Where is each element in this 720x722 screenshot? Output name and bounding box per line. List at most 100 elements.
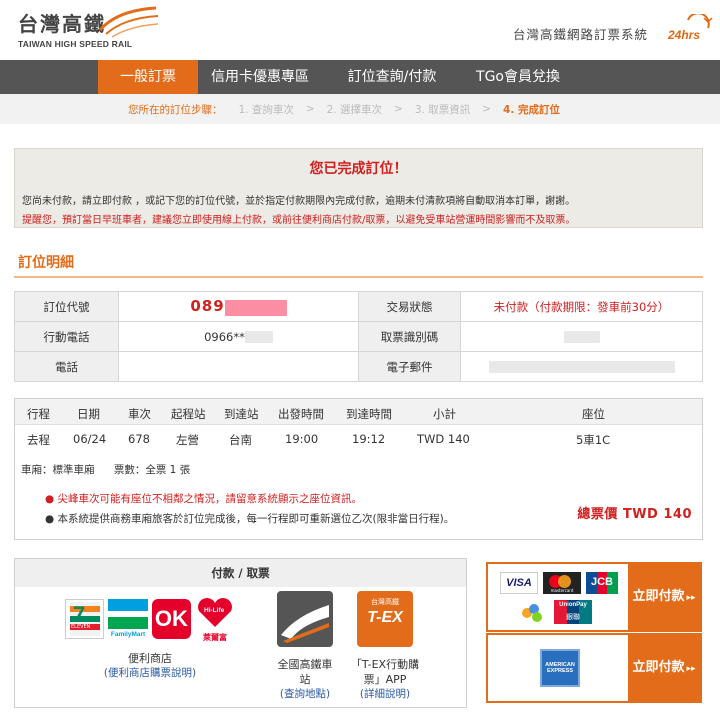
pay-now-amex-button[interactable]: 立即付款 ▸▸ xyxy=(628,635,700,701)
tex-app-name-line1: 「T-EX行動購 xyxy=(350,658,420,671)
col-header-train: 車次 xyxy=(128,407,151,421)
pay-now-label: 立即付款 xyxy=(632,660,685,675)
step-complete-booking: 4. 完成訂位 xyxy=(503,103,560,116)
jcb-text: JCB xyxy=(590,576,613,588)
train-icon xyxy=(277,591,333,647)
amex-logo-wrap: AMERICAN EXPRESS xyxy=(488,635,628,701)
notice-payment-reminder: 您尚未付款，請立即付款 ，或記下您的訂位代號，並於指定付款期限內完成付款，逾期未… xyxy=(22,196,576,207)
trip-train-number: 678 xyxy=(128,432,150,446)
tex-app-logo[interactable]: 台灣高鐵 T-EX xyxy=(357,591,413,647)
booking-code-value: 089 xyxy=(190,297,225,316)
store-guide-link[interactable]: (便利商店購票說明) xyxy=(65,666,235,680)
col-header-depart-time: 出發時間 xyxy=(278,407,324,421)
pay-now-amex-box: AMERICAN EXPRESS 立即付款 ▸▸ xyxy=(486,633,702,703)
label-phone: 電話 xyxy=(14,351,119,382)
amex-text-line2: EXPRESS xyxy=(547,668,573,674)
ok-mart-text: OK xyxy=(154,606,188,631)
24hrs-text: 24hrs xyxy=(667,28,700,42)
note-peak-seating-text: 尖峰車次可能有座位不相鄰之情況，請留意系統顯示之座位資訊。 xyxy=(57,493,363,505)
nav-tab-general-booking[interactable]: 一般訂票 xyxy=(98,60,198,94)
trip-meta: 車廂：標準車廂 票數：全票 1 張 xyxy=(21,462,206,477)
system-title: 台灣高鐵網路訂票系統 xyxy=(512,27,648,42)
site-header: 台灣高鐵 TAIWAN HIGH SPEED RAIL 台灣高鐵網路訂票系統 2… xyxy=(0,0,720,60)
station-name-line2: 站 xyxy=(299,673,311,686)
col-header-subtotal: 小計 xyxy=(433,407,456,421)
station-name-line1: 全國高鐵車 xyxy=(277,658,333,671)
trip-row-outbound: 去程 06/24 678 左營 台南 19:00 19:12 TWD 140 5… xyxy=(15,425,702,455)
pay-now-cards-box: VISA mastercard JCB UnionPay 銀聯 立即付款 ▸▸ xyxy=(486,562,702,632)
col-header-origin: 起程站 xyxy=(171,407,206,421)
trip-notes: ● 尖峰車次可能有座位不相鄰之情況，請留意系統顯示之座位資訊。 ● 本系統提供商… xyxy=(45,491,454,531)
mastercard-logo: mastercard xyxy=(543,572,581,594)
jcb-logo: JCB xyxy=(586,572,619,594)
ticket-count: 票數：全票 1 張 xyxy=(113,464,191,476)
hi-life-subtitle: 萊爾富 xyxy=(203,633,228,642)
station-locations-link[interactable]: (查詢地點) xyxy=(269,687,341,701)
step-separator: > xyxy=(394,103,403,115)
pay-now-label: 立即付款 xyxy=(632,589,685,604)
payment-pickup-title: 付款 / 取票 xyxy=(15,559,466,587)
amex-logo: AMERICAN EXPRESS xyxy=(540,649,580,687)
booking-code-cell: 089 xyxy=(118,291,359,322)
nav-tab-tgo-redemption[interactable]: TGo會員兌換 xyxy=(462,60,574,94)
label-pickup-id: 取票識別碼 xyxy=(358,321,461,352)
note-business-reselect: ● 本系統提供商務車廂旅客於訂位完成後，每一行程即可重新選位乙次(限非當日行程)… xyxy=(45,513,455,525)
booking-steps: 您所在的訂位步驟： 1. 查詢車次 > 2. 選擇車次 > 3. 取票資訊 > … xyxy=(0,94,720,124)
station-option: 全國高鐵車 站 (查詢地點) xyxy=(269,591,341,701)
booking-complete-notice: 您已完成訂位！ 您尚未付款，請立即付款 ，或記下您的訂位代號，並於指定付款期限內… xyxy=(14,148,703,228)
step-separator: > xyxy=(305,103,315,115)
logo-swoosh-icon xyxy=(98,6,159,38)
trip-origin: 左營 xyxy=(176,433,199,447)
col-header-arrive-time: 到達時間 xyxy=(346,407,392,421)
station-name: 全國高鐵車 站 xyxy=(269,657,341,687)
redacted-mask xyxy=(224,299,287,316)
trip-depart-time: 19:00 xyxy=(285,432,319,446)
col-header-destination: 到達站 xyxy=(224,407,259,421)
trip-details-box: 行程 日期 車次 起程站 到達站 出發時間 到達時間 小計 座位 去程 06/2… xyxy=(14,398,703,540)
email-cell xyxy=(460,351,703,382)
familymart-text: FamilyMart xyxy=(110,631,146,638)
label-booking-code: 訂位代號 xyxy=(14,291,119,322)
step-query-trains: 1. 查詢車次 xyxy=(238,103,294,116)
24hrs-badge: 24hrs xyxy=(668,14,713,42)
mobile-value: 0966** xyxy=(204,329,245,344)
pay-now-cards-button[interactable]: 立即付款 ▸▸ xyxy=(628,564,700,630)
redacted-mask xyxy=(488,361,675,373)
redacted-mask xyxy=(244,331,273,343)
logo-english: TAIWAN HIGH SPEED RAIL xyxy=(18,39,133,49)
notice-early-train-reminder: 提醒您，預訂當日早班車者，建議您立即使用線上付款，或前往便利商店付款/取票，以避… xyxy=(22,215,576,226)
unionpay-text: UnionPay xyxy=(559,602,587,608)
pickup-id-cell xyxy=(460,321,703,352)
section-divider xyxy=(14,276,703,278)
booking-info-table: 訂位代號 089 交易狀態 未付款（付款期限：發車前30分） 行動電話 0966… xyxy=(14,291,703,382)
col-header-leg: 行程 xyxy=(27,407,50,421)
label-mobile: 行動電話 xyxy=(14,321,119,352)
section-title-booking-details: 訂位明細 xyxy=(18,255,74,271)
tex-logo-wrap: 台灣高鐵 T-EX xyxy=(345,591,425,647)
trip-arrive-time: 19:12 xyxy=(352,432,386,446)
steps-lead: 您所在的訂位步驟： xyxy=(128,103,223,116)
pay-now-arrow: ▸▸ xyxy=(686,593,696,603)
nav-tab-booking-query-payment[interactable]: 訂位查詢/付款 xyxy=(322,60,462,94)
tex-logo-text: T-EX xyxy=(367,609,403,626)
car-type: 車廂：標準車廂 xyxy=(21,464,95,476)
main-nav: 一般訂票 信用卡優惠專區 訂位查詢/付款 TGo會員兌換 xyxy=(0,60,720,94)
trip-subtotal: TWD 140 xyxy=(417,432,470,446)
card-brand-logos: VISA mastercard JCB UnionPay 銀聯 xyxy=(488,564,628,630)
trip-seat: 5車1C xyxy=(576,433,611,447)
trip-table-header: 行程 日期 車次 起程站 到達站 出發時間 到達時間 小計 座位 xyxy=(15,399,702,425)
mastercard-text: mastercard xyxy=(550,588,574,593)
total-price: 總票價 TWD 140 xyxy=(577,507,692,522)
label-email: 電子郵件 xyxy=(358,351,461,382)
trip-leg: 去程 xyxy=(27,433,50,447)
tex-app-name-line2: 票」APP xyxy=(363,673,407,686)
tex-app-details-link[interactable]: (詳細說明) xyxy=(345,687,425,701)
7-eleven-text: ELEVEN xyxy=(71,624,91,630)
visa-logo: VISA xyxy=(500,572,538,594)
nav-tab-credit-card-offers[interactable]: 信用卡優惠專區 xyxy=(198,60,322,94)
step-ticket-info: 3. 取票資訊 xyxy=(414,103,471,116)
col-header-seat: 座位 xyxy=(582,407,605,421)
store-logos: 7 ELEVEN FamilyMart OK Hi-Life 萊爾富 xyxy=(65,595,235,643)
step-separator: > xyxy=(482,103,492,115)
notice-title: 您已完成訂位！ xyxy=(309,161,408,177)
